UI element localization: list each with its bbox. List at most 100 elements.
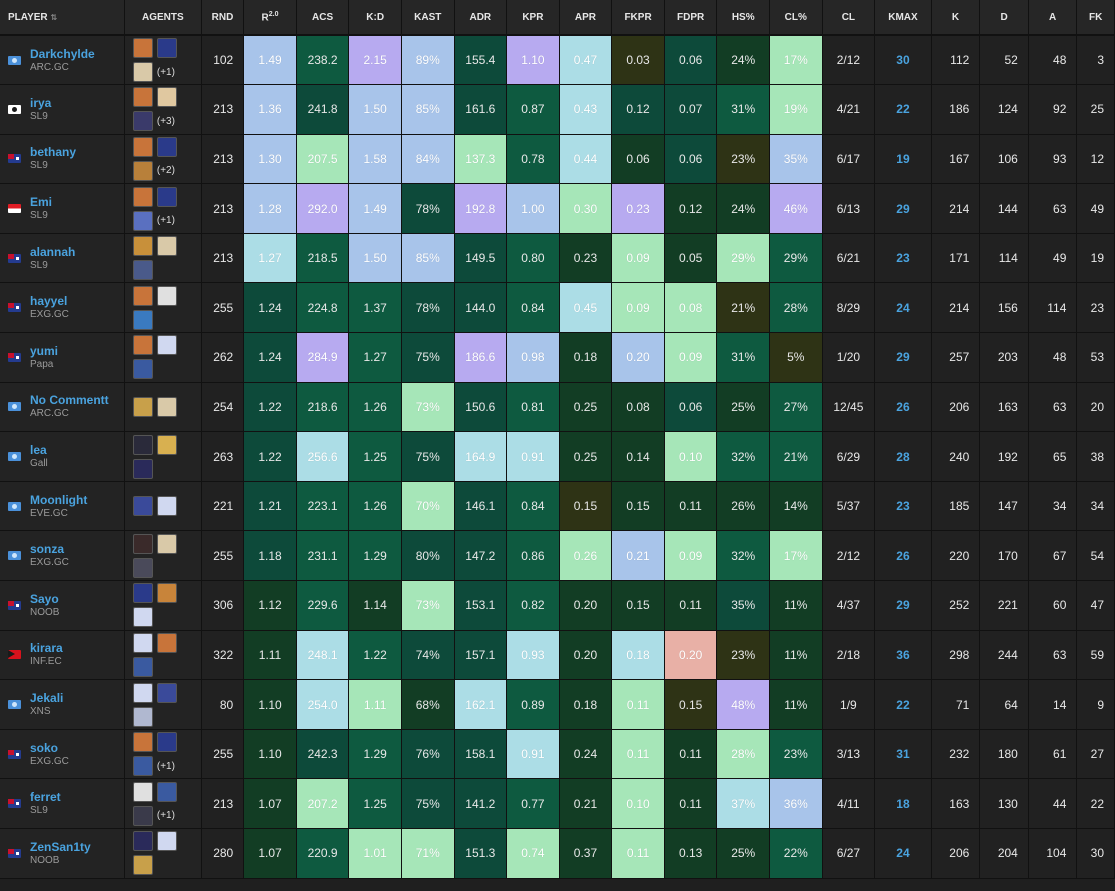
fk-cell: 54: [1076, 530, 1115, 582]
kd-cell: 1.14: [348, 580, 402, 631]
player-name-link[interactable]: Sayo: [30, 592, 59, 606]
kmax-cell[interactable]: 23: [874, 233, 932, 284]
player-cell[interactable]: bethany SL9: [0, 134, 125, 185]
col-header-apr[interactable]: APR: [559, 0, 613, 36]
col-header-d[interactable]: D: [979, 0, 1029, 36]
r2-cell: 1.12: [243, 580, 297, 631]
a-cell: 48: [1028, 35, 1078, 86]
kmax-cell[interactable]: 23: [874, 481, 932, 532]
col-header-kmax[interactable]: KMAX: [874, 0, 932, 36]
kmax-cell[interactable]: 24: [874, 282, 932, 334]
col-header-fkpr[interactable]: FKPR: [611, 0, 665, 36]
kmax-cell[interactable]: 29: [874, 332, 932, 383]
table-row[interactable]: Sayo NOOB 306 1.12 229.6 1.14 73% 153.1 0.82 0.20…: [0, 580, 1115, 631]
player-cell[interactable]: Jekali XNS: [0, 679, 125, 730]
player-name-link[interactable]: kirara: [30, 641, 63, 655]
fdpr-cell: 0.05: [664, 233, 718, 284]
kmax-cell[interactable]: 26: [874, 530, 932, 582]
player-cell[interactable]: Darkchylde ARC.GC: [0, 35, 125, 86]
player-cell[interactable]: kirara INF.EC: [0, 630, 125, 681]
fdpr-cell: 0.06: [664, 134, 718, 185]
sort-icon[interactable]: ⇅: [51, 13, 58, 22]
player-name-link[interactable]: Jekali: [30, 691, 63, 705]
col-header-rnd[interactable]: RND: [201, 0, 245, 36]
table-row[interactable]: Moonlight EVE.GC 221 1.21 223.1 1.26 70% 146.1 0…: [0, 481, 1115, 532]
player-cell[interactable]: sonza EXG.GC: [0, 530, 125, 582]
col-header-kpr[interactable]: KPR: [506, 0, 560, 36]
col-header-label: CL%: [784, 11, 807, 23]
kmax-cell[interactable]: 24: [874, 828, 932, 879]
player-cell[interactable]: Emi SL9: [0, 183, 125, 234]
player-name-link[interactable]: No Commentt: [30, 393, 109, 407]
player-name-link[interactable]: soko: [30, 741, 69, 755]
player-name-link[interactable]: irya: [30, 96, 51, 110]
col-header-a[interactable]: A: [1028, 0, 1078, 36]
kmax-cell[interactable]: 18: [874, 778, 932, 829]
col-header-fk[interactable]: FK: [1076, 0, 1115, 36]
table-row[interactable]: irya SL9 (+3) 213 1.36 241.8 1.50 85% 161.6 0.87 0…: [0, 84, 1115, 135]
col-header-adr[interactable]: ADR: [454, 0, 508, 36]
player-name-link[interactable]: Emi: [30, 195, 52, 209]
table-row[interactable]: Emi SL9 (+1) 213 1.28 292.0 1.49 78% 192.8 1.00 0.…: [0, 183, 1115, 234]
kmax-cell[interactable]: 30: [874, 35, 932, 86]
player-cell[interactable]: hayyel EXG.GC: [0, 282, 125, 334]
player-name-link[interactable]: ZenSan1ty: [30, 840, 91, 854]
table-row[interactable]: Jekali XNS 80 1.10 254.0 1.11 68% 162.1 0.89 0.18…: [0, 679, 1115, 730]
kmax-cell[interactable]: 22: [874, 84, 932, 135]
table-row[interactable]: sonza EXG.GC 255 1.18 231.1 1.29 80% 147.2 0.86 0…: [0, 530, 1115, 582]
kmax-cell[interactable]: 19: [874, 134, 932, 185]
player-cell[interactable]: yumi Papa: [0, 332, 125, 383]
rnd-cell: 306: [201, 580, 245, 631]
player-cell[interactable]: lea Gall: [0, 431, 125, 482]
kmax-cell[interactable]: 29: [874, 580, 932, 631]
table-row[interactable]: hayyel EXG.GC 255 1.24 224.8 1.37 78% 144.0 0.84…: [0, 282, 1115, 334]
player-cell[interactable]: Sayo NOOB: [0, 580, 125, 631]
table-row[interactable]: Darkchylde ARC.GC (+1) 102 1.49 238.2 2.15 89% 1…: [0, 35, 1115, 86]
table-row[interactable]: ferret SL9 (+1) 213 1.07 207.2 1.25 75% 141.2 0.7…: [0, 778, 1115, 829]
table-row[interactable]: soko EXG.GC (+1) 255 1.10 242.3 1.29 76% 158.1 0.…: [0, 729, 1115, 780]
player-name-link[interactable]: hayyel: [30, 294, 69, 308]
col-header-cl[interactable]: CL: [822, 0, 876, 36]
col-header-hs[interactable]: HS%: [716, 0, 770, 36]
kmax-cell[interactable]: 22: [874, 679, 932, 730]
col-header-fdpr[interactable]: FDPR: [664, 0, 718, 36]
player-cell[interactable]: soko EXG.GC: [0, 729, 125, 780]
table-row[interactable]: lea Gall 263 1.22 256.6 1.25 75% 164.9 0.91 0.25 0…: [0, 431, 1115, 482]
player-name-link[interactable]: sonza: [30, 542, 69, 556]
col-header-kast[interactable]: KAST: [401, 0, 455, 36]
player-name-link[interactable]: Darkchylde: [30, 47, 95, 61]
col-header-r2[interactable]: R2.0: [243, 0, 297, 36]
player-cell[interactable]: ZenSan1ty NOOB: [0, 828, 125, 879]
player-name-link[interactable]: Moonlight: [30, 493, 87, 507]
table-row[interactable]: alannah SL9 213 1.27 218.5 1.50 85% 149.5 0.80 0.…: [0, 233, 1115, 284]
agent-portrait-icon: [132, 111, 153, 132]
kmax-cell[interactable]: 26: [874, 382, 932, 433]
country-flag-icon: [8, 104, 21, 114]
player-cell[interactable]: alannah SL9: [0, 233, 125, 284]
table-row[interactable]: yumi Papa 262 1.24 284.9 1.27 75% 186.6 0.98 0.18…: [0, 332, 1115, 383]
kmax-cell[interactable]: 29: [874, 183, 932, 234]
kmax-cell[interactable]: 36: [874, 630, 932, 681]
table-row[interactable]: bethany SL9 (+2) 213 1.30 207.5 1.58 84% 137.3 0.…: [0, 134, 1115, 185]
player-name-link[interactable]: ferret: [30, 790, 61, 804]
kast-cell: 78%: [401, 183, 455, 234]
col-header-clp[interactable]: CL%: [769, 0, 823, 36]
table-row[interactable]: No Commentt ARC.GC 254 1.22 218.6 1.26 73% 150.…: [0, 382, 1115, 433]
player-name-link[interactable]: lea: [30, 443, 48, 457]
player-name-link[interactable]: yumi: [30, 344, 58, 358]
col-header-player[interactable]: PLAYER ⇅: [0, 0, 125, 36]
col-header-k[interactable]: K: [931, 0, 981, 36]
player-name-link[interactable]: bethany: [30, 145, 76, 159]
cl-cell: 1/20: [822, 332, 876, 383]
kmax-cell[interactable]: 31: [874, 729, 932, 780]
player-cell[interactable]: Moonlight EVE.GC: [0, 481, 125, 532]
table-row[interactable]: ZenSan1ty NOOB 280 1.07 220.9 1.01 71% 151.3 0.7…: [0, 828, 1115, 879]
kmax-cell[interactable]: 28: [874, 431, 932, 482]
col-header-acs[interactable]: ACS: [296, 0, 350, 36]
player-name-link[interactable]: alannah: [30, 245, 75, 259]
table-row[interactable]: kirara INF.EC 322 1.11 248.1 1.22 74% 157.1 0.93…: [0, 630, 1115, 681]
player-cell[interactable]: No Commentt ARC.GC: [0, 382, 125, 433]
col-header-kd[interactable]: K:D: [348, 0, 402, 36]
player-cell[interactable]: ferret SL9: [0, 778, 125, 829]
player-cell[interactable]: irya SL9: [0, 84, 125, 135]
